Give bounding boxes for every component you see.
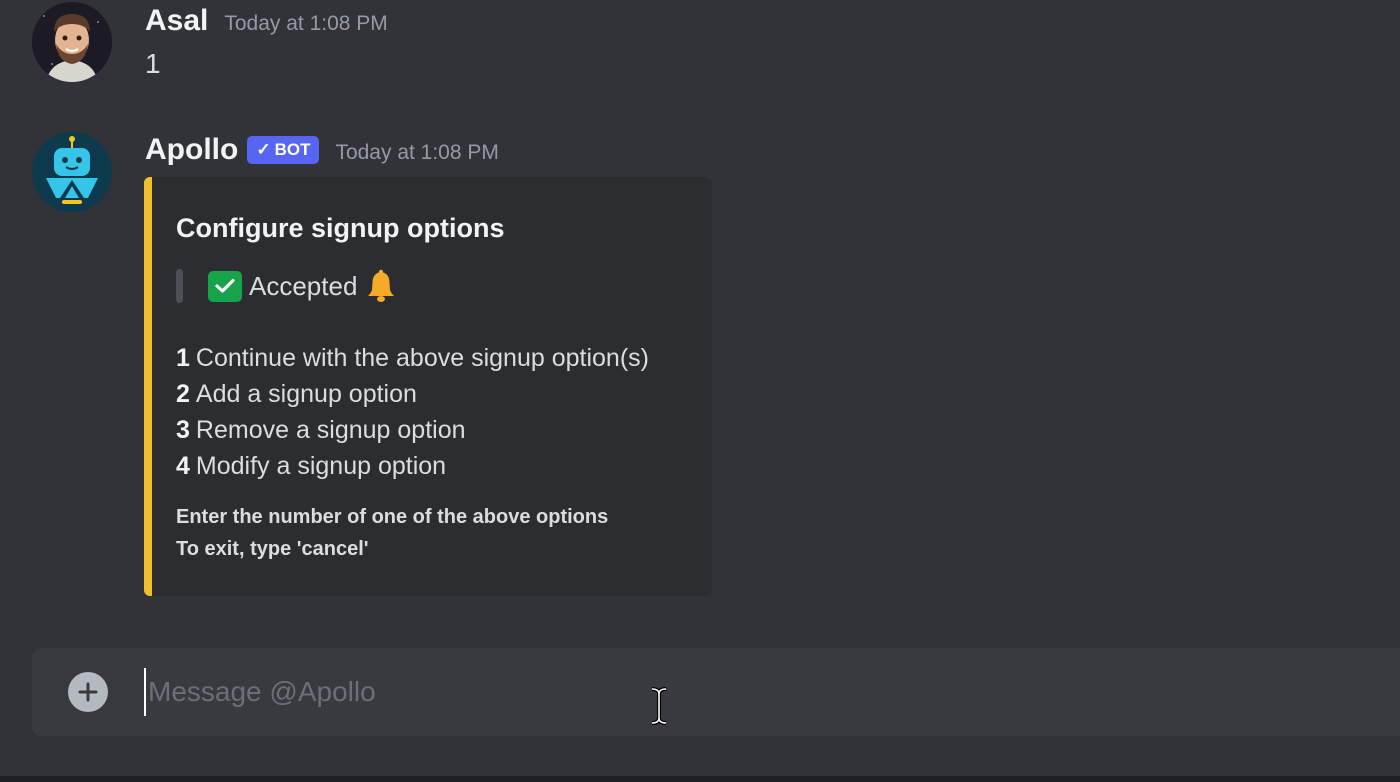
list-item: 2 Add a signup option bbox=[176, 376, 649, 412]
bottom-edge bbox=[0, 776, 1400, 782]
list-item: 1 Continue with the above signup option(… bbox=[176, 340, 649, 376]
blockquote-bar bbox=[176, 269, 183, 303]
message-header: Asal Today at 1:08 PM bbox=[145, 4, 388, 38]
avatar[interactable] bbox=[32, 132, 112, 212]
list-item: 3 Remove a signup option bbox=[176, 412, 649, 448]
status-text: Accepted bbox=[249, 270, 358, 301]
avatar[interactable] bbox=[32, 2, 112, 82]
option-number: 1 bbox=[176, 343, 190, 372]
list-item: 4 Modify a signup option bbox=[176, 448, 649, 484]
message-content: 1 bbox=[145, 48, 161, 79]
add-attachment-button[interactable] bbox=[68, 672, 108, 712]
message-composer bbox=[32, 648, 1400, 736]
instruction-text: Enter the number of one of the above opt… bbox=[176, 505, 609, 528]
options-list: 1 Continue with the above signup option(… bbox=[176, 340, 649, 484]
bell-icon bbox=[365, 269, 399, 303]
white-check-mark-icon bbox=[208, 270, 242, 302]
embed: Configure signup options Accepted 1 Cont… bbox=[144, 177, 712, 596]
message-asal: Asal Today at 1:08 PM 1 bbox=[0, 0, 1400, 100]
option-text: Remove a signup option bbox=[195, 415, 466, 444]
username[interactable]: Asal bbox=[145, 4, 208, 38]
message-header: Apollo ✓ BOT Today at 1:08 PM bbox=[145, 133, 499, 168]
embed-title: Configure signup options bbox=[176, 213, 505, 243]
option-number: 3 bbox=[176, 415, 190, 444]
message-apollo: Apollo ✓ BOT Today at 1:08 PM Configure … bbox=[0, 130, 1400, 610]
text-cursor-icon bbox=[651, 687, 667, 725]
option-text: Modify a signup option bbox=[195, 451, 447, 480]
embed-footer: Enter the number of one of the above opt… bbox=[176, 501, 608, 565]
option-text: Add a signup option bbox=[195, 379, 417, 408]
plus-icon bbox=[78, 682, 98, 702]
verified-check-icon: ✓ bbox=[256, 140, 271, 159]
exit-instruction-text: To exit, type 'cancel' bbox=[176, 537, 369, 560]
bot-tag: ✓ BOT bbox=[247, 136, 320, 164]
option-text: Continue with the above signup option(s) bbox=[195, 343, 649, 372]
timestamp: Today at 1:08 PM bbox=[335, 141, 499, 164]
chat-area: Asal Today at 1:08 PM 1 Apollo ✓ BOT Tod… bbox=[0, 0, 1400, 782]
option-number: 4 bbox=[176, 451, 190, 480]
username[interactable]: Apollo bbox=[145, 133, 238, 167]
timestamp: Today at 1:08 PM bbox=[224, 12, 388, 35]
bot-tag-label: BOT bbox=[274, 140, 311, 159]
option-number: 2 bbox=[176, 379, 190, 408]
message-input[interactable] bbox=[144, 668, 1344, 716]
blockquote: Accepted bbox=[176, 269, 399, 303]
